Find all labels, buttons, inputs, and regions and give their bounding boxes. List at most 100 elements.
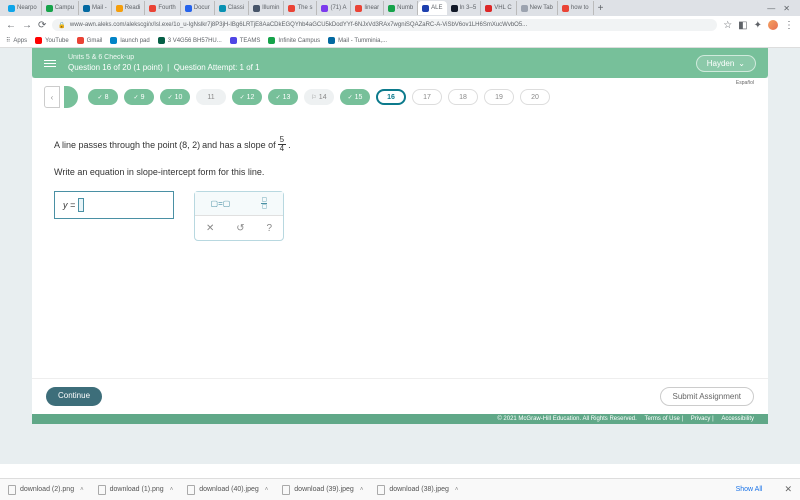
menu-hamburger-icon[interactable] [44,60,56,67]
bookmark-item[interactable]: TEAMS [230,37,261,44]
file-icon [187,485,195,495]
download-item[interactable]: download (38).jpeg˄ [377,485,458,495]
window-minimize[interactable]: — [767,4,775,13]
question-pill-19[interactable]: 19 [484,89,514,105]
user-name: Hayden [707,59,735,68]
clear-icon[interactable]: ✕ [206,223,214,234]
browser-tab[interactable]: how to [558,1,594,15]
footer-bar: Continue Submit Assignment [32,378,768,414]
question-pill-9[interactable]: ✓9 [124,89,154,105]
check-icon: ✓ [168,94,173,101]
question-pill-16[interactable]: 16 [376,89,406,105]
browser-tab[interactable]: The s [284,1,317,15]
tab-favicon [451,5,458,12]
extensions-icon[interactable]: ✦ [754,20,762,31]
question-pill-20[interactable]: 20 [520,89,550,105]
menu-icon[interactable]: ⋮ [784,20,794,31]
browser-tab[interactable]: New Tab [517,1,558,15]
template-equation[interactable]: ▢=▢ [211,199,231,208]
question-pill-8[interactable]: ✓8 [88,89,118,105]
tab-label: Docur [194,5,210,11]
bookmark-item[interactable]: 3 V4G56 BH57HU... [158,37,222,44]
question-pill-12[interactable]: ✓12 [232,89,262,105]
tab-label: linear [364,5,379,11]
download-filename: download (39).jpeg [294,486,354,493]
browser-tab[interactable]: Docur [181,1,215,15]
browser-tab[interactable]: ALE [418,1,446,15]
question-pill-14[interactable]: ⚐14 [304,89,334,105]
tab-favicon [321,5,328,12]
url-field[interactable]: 🔒 www-awn.aleks.com/alekscgi/x/Isl.exe/1… [52,19,717,31]
undo-icon[interactable]: ↺ [236,223,244,234]
bookmark-favicon [77,37,84,44]
bookmark-favicon [110,37,117,44]
new-tab-button[interactable]: + [594,3,608,14]
template-fraction[interactable]: ▢▢ [261,197,267,210]
download-item[interactable]: download (1).png˄ [98,485,174,495]
cast-icon[interactable]: ◧ [738,20,747,31]
accessibility-link[interactable]: Accessibility [721,416,754,422]
tab-favicon [185,5,192,12]
answer-input[interactable]: y = [54,191,174,219]
bookmark-item[interactable]: Gmail [77,37,103,44]
browser-tab[interactable]: linear [351,1,384,15]
profile-avatar[interactable] [768,20,778,30]
browser-tab[interactable]: Illumin [249,1,284,15]
check-icon: ✓ [276,94,281,101]
question-number: 12 [247,94,255,101]
window-close[interactable]: ✕ [783,4,790,13]
browser-tab[interactable]: (71) A [317,1,351,15]
browser-tab[interactable]: Numb [384,1,418,15]
browser-tab[interactable]: In 3–5 [447,1,482,15]
close-shelf-icon[interactable]: ✕ [784,484,792,495]
tab-favicon [422,5,429,12]
submit-button[interactable]: Submit Assignment [660,387,754,406]
language-toggle[interactable]: Español [736,80,754,86]
browser-tab[interactable]: VHL C [481,1,516,15]
chevron-up-icon[interactable]: ˄ [170,487,174,493]
chevron-up-icon[interactable]: ˄ [80,487,84,493]
browser-tab[interactable]: Campu [42,1,79,15]
tab-favicon [485,5,492,12]
apps-button[interactable]: ⠿Apps [6,37,27,44]
download-item[interactable]: download (40).jpeg˄ [187,485,268,495]
bookmark-item[interactable]: Mail - Tumminia,... [328,37,387,44]
browser-tab[interactable]: Nearpo [4,1,42,15]
tab-label: VHL C [494,5,511,11]
tab-label: Mail - [92,5,107,11]
question-pill-15[interactable]: ✓15 [340,89,370,105]
chevron-up-icon[interactable]: ˄ [455,487,459,493]
bookmark-favicon [35,37,42,44]
bookmark-item[interactable]: Infinite Campus [268,37,320,44]
help-icon[interactable]: ? [266,223,272,234]
reload-icon[interactable]: ⟳ [38,20,46,31]
slope-fraction: 5 4 [278,136,286,153]
star-icon[interactable]: ☆ [723,20,732,31]
user-menu[interactable]: Hayden ⌄ [696,55,756,72]
question-pill-11[interactable]: 11 [196,89,226,105]
question-pill-18[interactable]: 18 [448,89,478,105]
forward-icon[interactable]: → [22,20,32,31]
chevron-up-icon[interactable]: ˄ [265,487,269,493]
question-number: 15 [355,94,363,101]
show-all-downloads[interactable]: Show All [736,486,763,493]
download-item[interactable]: download (2).png˄ [8,485,84,495]
question-pill-13[interactable]: ✓13 [268,89,298,105]
bookmark-item[interactable]: YouTube [35,37,69,44]
download-item[interactable]: download (39).jpeg ˄ [282,485,363,495]
question-pill-10[interactable]: ✓10 [160,89,190,105]
question-pill-17[interactable]: 17 [412,89,442,105]
continue-button[interactable]: Continue [46,387,102,406]
back-icon[interactable]: ← [6,20,16,31]
browser-tab[interactable]: Classi [215,1,249,15]
bookmark-item[interactable]: launch pad [110,37,149,44]
terms-link[interactable]: Terms of Use [644,416,679,422]
browser-tab[interactable]: Fourth [145,1,180,15]
browser-tab[interactable]: Mail - [79,1,112,15]
math-toolbar: ▢=▢ ▢▢ ✕ ↺ ? [194,191,284,241]
browser-tab[interactable]: Readi [112,1,146,15]
privacy-link[interactable]: Privacy [691,416,711,422]
chevron-up-icon[interactable]: ˄ [360,487,364,493]
nav-prev[interactable]: ‹ [44,86,60,108]
bookmark-label: Infinite Campus [278,38,320,44]
